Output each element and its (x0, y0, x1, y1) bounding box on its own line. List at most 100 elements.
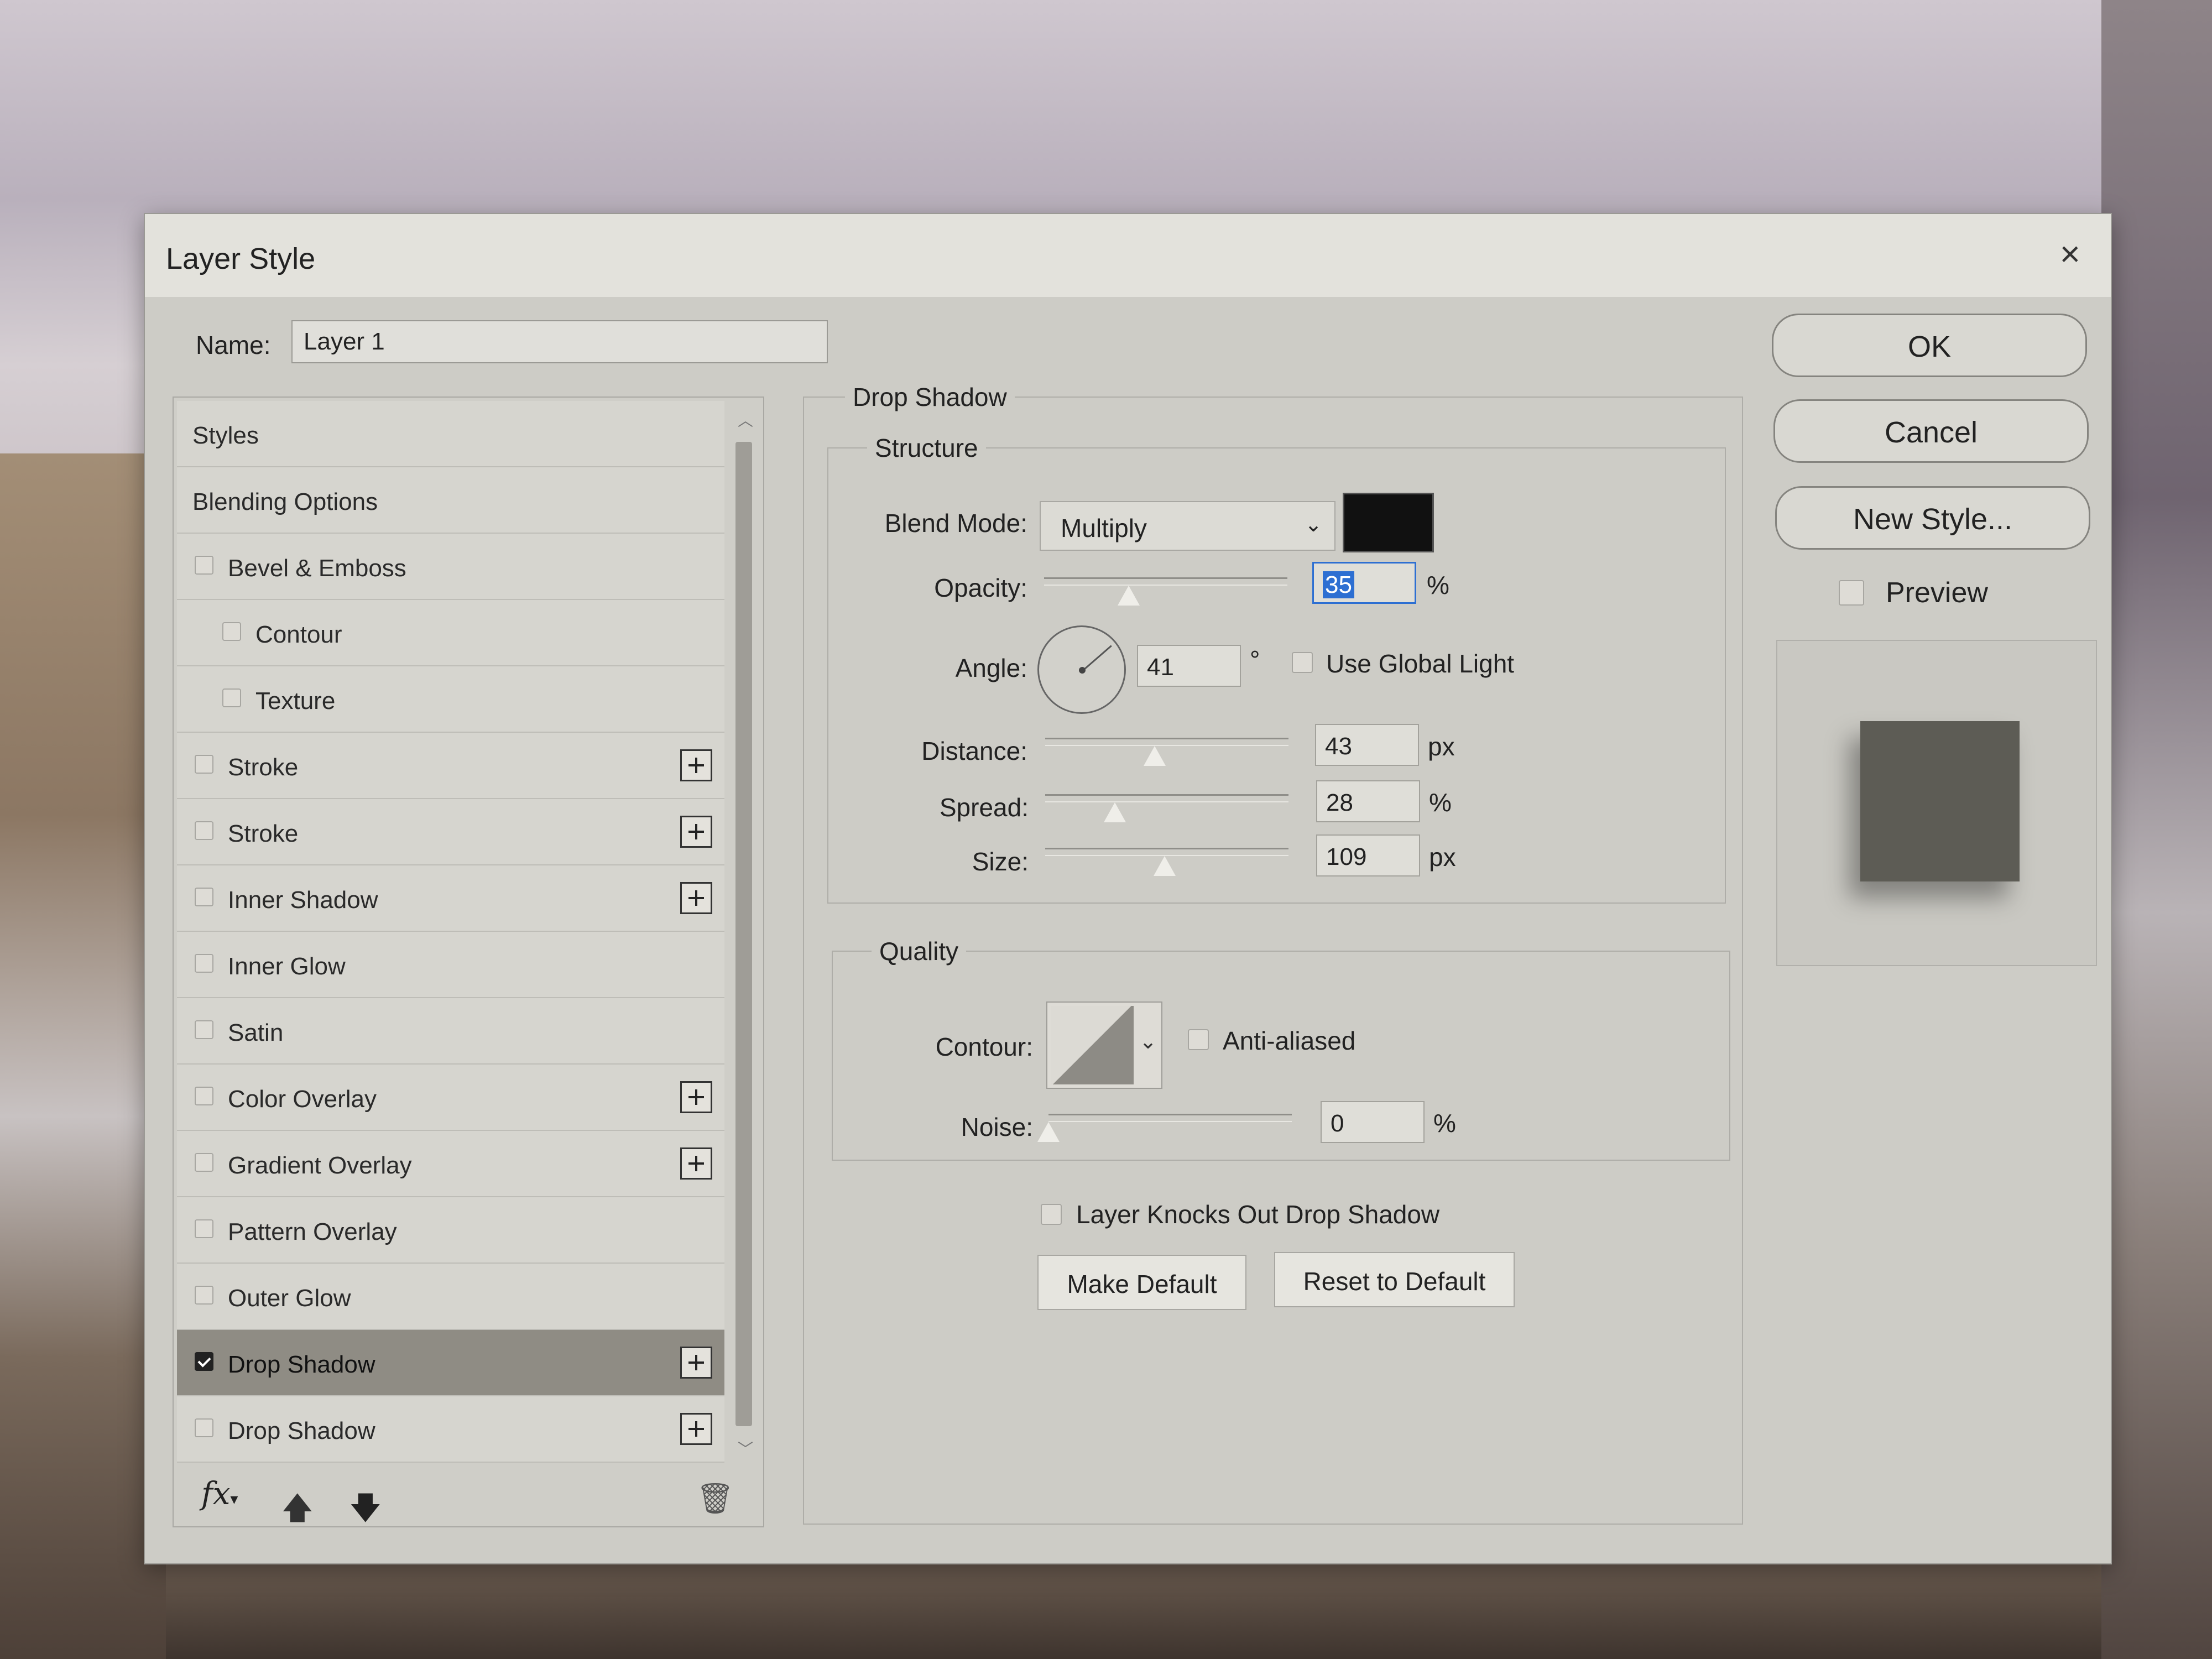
make-default-button[interactable]: Make Default (1037, 1255, 1246, 1310)
style-item-blending-options[interactable]: Blending Options (177, 467, 724, 534)
reset-to-default-button[interactable]: Reset to Default (1274, 1252, 1515, 1307)
noise-slider-thumb[interactable] (1037, 1122, 1060, 1142)
add-color-overlay-icon[interactable] (680, 1081, 712, 1113)
style-item-contour[interactable]: Contour (177, 600, 724, 666)
style-item-inner-glow[interactable]: Inner Glow (177, 932, 724, 998)
add-gradient-overlay-icon[interactable] (680, 1147, 712, 1180)
styles-scrollbar[interactable]: ︿ ﹀ (732, 409, 757, 1470)
add-stroke-icon[interactable] (680, 749, 712, 781)
contour-checkbox[interactable] (222, 622, 241, 641)
trash-icon[interactable]: 🗑 (696, 1481, 734, 1516)
style-item-bevel-emboss[interactable]: Bevel & Emboss (177, 534, 724, 600)
style-item-inner-shadow[interactable]: Inner Shadow (177, 865, 724, 932)
style-item-gradient-overlay[interactable]: Gradient Overlay (177, 1131, 724, 1197)
style-item-texture[interactable]: Texture (177, 666, 724, 733)
opacity-slider-thumb[interactable] (1118, 586, 1140, 606)
angle-dial-center (1079, 667, 1086, 674)
opacity-slider[interactable] (1044, 577, 1287, 586)
background-photo-bottom (166, 1559, 2101, 1659)
quality-group: Quality Contour: ⌄ Anti-aliased Noise: 0… (832, 936, 1730, 1161)
move-down-icon[interactable]: 🡇 (349, 1486, 382, 1538)
fx-icon[interactable]: fx▾ (201, 1476, 238, 1512)
gradient-overlay-checkbox[interactable] (195, 1153, 213, 1172)
cancel-button[interactable]: Cancel (1773, 399, 2089, 463)
style-item-label: Styles (192, 422, 259, 449)
move-up-icon[interactable]: 🡅 (281, 1486, 314, 1538)
size-slider[interactable] (1045, 848, 1288, 856)
angle-input[interactable]: 41 (1137, 645, 1241, 687)
style-item-satin[interactable]: Satin (177, 998, 724, 1065)
styles-toolbar: fx▾ 🡅 🡇 🗑 (174, 1465, 763, 1526)
shadow-color-swatch[interactable] (1343, 493, 1434, 552)
outer-glow-checkbox[interactable] (195, 1286, 213, 1305)
spread-slider[interactable] (1045, 794, 1288, 802)
style-item-styles[interactable]: Styles (177, 401, 724, 467)
preview-checkbox[interactable] (1839, 580, 1864, 606)
spread-slider-thumb[interactable] (1104, 802, 1126, 822)
style-item-label: Gradient Overlay (228, 1152, 412, 1179)
add-drop-shadow-icon[interactable] (680, 1347, 712, 1379)
color-overlay-checkbox[interactable] (195, 1087, 213, 1105)
blend-mode-select[interactable]: Multiply ⌄ (1040, 501, 1335, 551)
scroll-down-icon[interactable]: ﹀ (738, 1437, 753, 1459)
drop-shadow-checkbox[interactable] (195, 1418, 213, 1437)
style-item-label: Drop Shadow (228, 1351, 375, 1378)
use-global-light-checkbox[interactable] (1292, 652, 1313, 673)
preview-label: Preview (1886, 577, 1988, 609)
distance-label: Distance: (921, 737, 1027, 765)
texture-checkbox[interactable] (222, 688, 241, 707)
contour-picker[interactable]: ⌄ (1046, 1001, 1162, 1089)
style-preview-swatch (1860, 721, 2020, 881)
style-item-label: Blending Options (192, 488, 378, 515)
noise-input[interactable]: 0 (1321, 1101, 1425, 1143)
name-input[interactable] (291, 320, 828, 363)
layer-knocks-out-checkbox[interactable] (1041, 1204, 1062, 1225)
style-item-label: Drop Shadow (228, 1417, 375, 1444)
inner-shadow-checkbox[interactable] (195, 888, 213, 906)
style-item-stroke[interactable]: Stroke (177, 799, 724, 865)
add-inner-shadow-icon[interactable] (680, 882, 712, 914)
background-photo-left (0, 453, 166, 1659)
style-item-outer-glow[interactable]: Outer Glow (177, 1264, 724, 1330)
scroll-thumb[interactable] (735, 442, 752, 1426)
distance-input[interactable]: 43 (1315, 724, 1419, 766)
bevel-emboss-checkbox[interactable] (195, 556, 213, 575)
structure-title: Structure (867, 433, 986, 463)
style-item-label: Stroke (228, 754, 299, 781)
distance-unit: px (1428, 732, 1455, 761)
noise-label: Noise: (961, 1113, 1033, 1141)
add-drop-shadow-icon[interactable] (680, 1413, 712, 1445)
inner-glow-checkbox[interactable] (195, 954, 213, 973)
layer-style-dialog: Layer Style × Name: Styles Blending Optio… (144, 213, 2112, 1564)
pattern-overlay-checkbox[interactable] (195, 1219, 213, 1238)
noise-slider[interactable] (1048, 1114, 1292, 1122)
angle-dial[interactable] (1037, 625, 1126, 714)
scroll-up-icon[interactable]: ︿ (738, 409, 753, 431)
angle-label: Angle: (955, 654, 1027, 682)
drop-shadow-checkbox[interactable] (195, 1352, 213, 1371)
title-bar: Layer Style × (145, 214, 2111, 297)
size-slider-thumb[interactable] (1154, 856, 1176, 876)
ok-button[interactable]: OK (1772, 314, 2087, 377)
style-item-color-overlay[interactable]: Color Overlay (177, 1065, 724, 1131)
anti-aliased-checkbox[interactable] (1188, 1029, 1209, 1050)
style-item-drop-shadow[interactable]: Drop Shadow (177, 1396, 724, 1463)
stroke-checkbox[interactable] (195, 755, 213, 774)
opacity-unit: % (1427, 571, 1449, 599)
add-stroke-icon[interactable] (680, 816, 712, 848)
stroke-checkbox[interactable] (195, 821, 213, 840)
satin-checkbox[interactable] (195, 1020, 213, 1039)
new-style-button[interactable]: New Style... (1775, 486, 2090, 550)
close-icon[interactable]: × (2060, 236, 2080, 272)
size-input[interactable]: 109 (1316, 834, 1420, 877)
spread-input[interactable]: 28 (1316, 780, 1420, 822)
style-item-drop-shadow[interactable]: Drop Shadow (177, 1330, 724, 1396)
style-item-stroke[interactable]: Stroke (177, 733, 724, 799)
distance-slider[interactable] (1045, 738, 1288, 746)
contour-preview (1051, 1006, 1134, 1084)
degree-unit: ° (1250, 645, 1260, 674)
style-item-pattern-overlay[interactable]: Pattern Overlay (177, 1197, 724, 1264)
distance-slider-thumb[interactable] (1144, 746, 1166, 766)
contour-label: Contour: (935, 1032, 1033, 1061)
opacity-input[interactable]: 35 (1312, 562, 1416, 604)
